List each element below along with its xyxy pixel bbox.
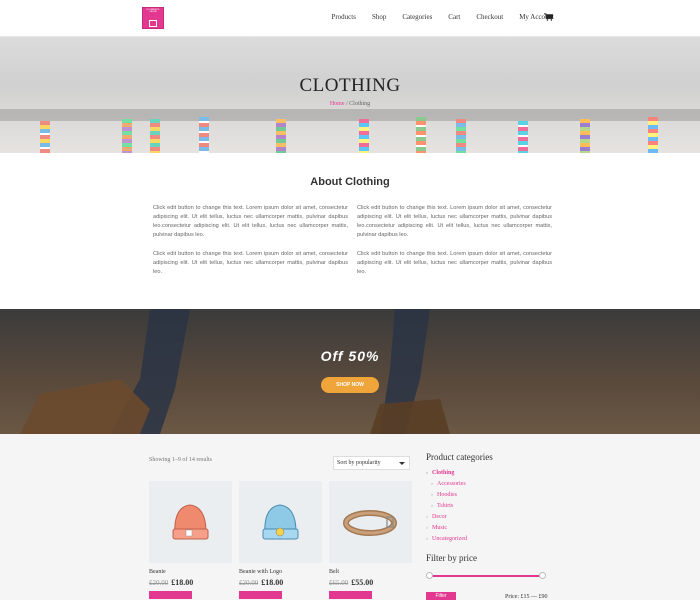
- product-name[interactable]: Belt: [329, 569, 412, 575]
- shop-sidebar: Product categories Clothing Accessories …: [426, 452, 556, 580]
- about-paragraph: Click edit button to change this text. L…: [153, 205, 348, 238]
- breadcrumb-home[interactable]: Home: [330, 101, 345, 107]
- sale-price: £18.00: [261, 578, 284, 587]
- category-item[interactable]: Uncategorized: [426, 534, 556, 545]
- category-item[interactable]: Tshirts: [426, 501, 556, 512]
- add-to-cart-button[interactable]: [329, 591, 372, 599]
- promo-title: Off 50%: [320, 348, 380, 364]
- logo-mark-icon: [149, 20, 157, 27]
- breadcrumb: Home / Clothing: [0, 101, 700, 107]
- sort-value: Sort by popularity: [337, 460, 381, 466]
- product-price: £65.00 £55.00: [329, 578, 412, 587]
- slider-max-handle[interactable]: [539, 572, 546, 579]
- category-item[interactable]: Decor: [426, 512, 556, 523]
- product-price: £20.00 £18.00: [239, 578, 322, 587]
- nav-cart[interactable]: Cart: [448, 13, 460, 21]
- about-section: About Clothing Click edit button to chan…: [0, 153, 700, 309]
- nav-checkout[interactable]: Checkout: [476, 13, 503, 21]
- about-paragraph: Click edit button to change this text. L…: [357, 251, 552, 275]
- sale-price: £18.00: [171, 578, 194, 587]
- old-price: £65.00: [329, 579, 349, 587]
- price-range-label: Price: £15 — £90: [505, 594, 548, 600]
- add-to-cart-button[interactable]: [239, 591, 282, 599]
- category-item[interactable]: Music: [426, 523, 556, 534]
- nav-shop[interactable]: Shop: [372, 13, 386, 21]
- nav-products[interactable]: Products: [331, 13, 356, 21]
- shop-now-button[interactable]: SHOP NOW: [321, 377, 379, 393]
- logo-text: ECOMMERCE ONLINE: [146, 9, 160, 13]
- site-logo[interactable]: ECOMMERCE ONLINE: [142, 7, 164, 29]
- shop-section: Showing 1–9 of 14 results Sort by popula…: [0, 434, 700, 600]
- product-image[interactable]: [149, 481, 232, 563]
- promo-banner: Off 50% SHOP NOW: [0, 309, 700, 434]
- old-price: £20.00: [239, 579, 259, 587]
- nav-categories[interactable]: Categories: [402, 13, 432, 21]
- product-name[interactable]: Beanie with Logo: [239, 569, 322, 575]
- breadcrumb-current: Clothing: [349, 101, 371, 107]
- slider-track: [429, 575, 543, 577]
- belt-icon: [343, 510, 397, 536]
- about-paragraph: Click edit button to change this text. L…: [357, 205, 552, 238]
- product-image[interactable]: [239, 481, 322, 563]
- category-list: Clothing Accessories Hoodies Tshirts Dec…: [426, 468, 556, 545]
- results-count: Showing 1–9 of 14 results: [149, 457, 212, 463]
- price-slider[interactable]: [426, 572, 546, 580]
- promo-background: [20, 309, 450, 434]
- product-name[interactable]: Beanie: [149, 569, 232, 575]
- product-card[interactable]: Beanie £20.00 £18.00: [149, 481, 232, 599]
- main-nav: Products Shop Categories Cart Checkout M…: [331, 13, 554, 21]
- slider-min-handle[interactable]: [426, 572, 433, 579]
- beanie-logo-icon: [262, 504, 299, 540]
- about-paragraph: Click edit button to change this text. L…: [153, 251, 348, 275]
- site-header: ECOMMERCE ONLINE Products Shop Categorie…: [0, 0, 700, 37]
- product-card[interactable]: Beanie with Logo £20.00 £18.00: [239, 481, 322, 599]
- category-item[interactable]: Hoodies: [426, 490, 556, 501]
- sort-select[interactable]: Sort by popularity: [333, 456, 410, 470]
- price-filter-title: Filter by price: [426, 553, 477, 563]
- filter-button[interactable]: Filter: [426, 592, 456, 600]
- add-to-cart-button[interactable]: [149, 591, 192, 599]
- product-card[interactable]: Belt £65.00 £55.00: [329, 481, 412, 599]
- product-price: £20.00 £18.00: [149, 578, 232, 587]
- categories-title: Product categories: [426, 452, 493, 462]
- sale-price: £55.00: [351, 578, 374, 587]
- category-item[interactable]: Accessories: [426, 479, 556, 490]
- chevron-down-icon: [399, 462, 405, 465]
- category-item[interactable]: Clothing: [426, 468, 556, 479]
- hero-banner: CLOTHING Home / Clothing: [0, 37, 700, 153]
- product-image[interactable]: [329, 481, 412, 563]
- old-price: £20.00: [149, 579, 169, 587]
- cart-icon[interactable]: [544, 13, 553, 21]
- about-title: About Clothing: [310, 176, 390, 188]
- page-title: CLOTHING: [299, 75, 401, 96]
- beanie-icon: [172, 504, 209, 540]
